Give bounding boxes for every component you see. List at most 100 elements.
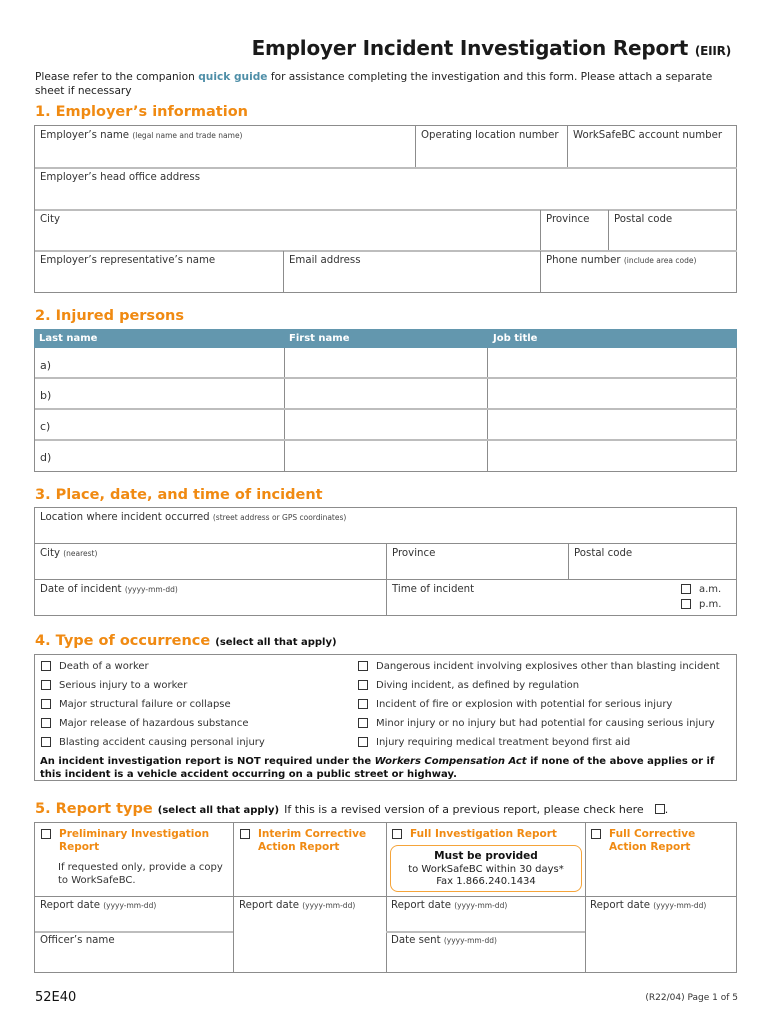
preliminary-note: If requested only, provide a copy to Wor… bbox=[58, 862, 223, 886]
divider bbox=[35, 408, 737, 410]
incident-city-label: City (nearest) bbox=[40, 548, 97, 559]
col-last-name: Last name bbox=[39, 333, 98, 344]
province-field[interactable]: Province bbox=[540, 210, 608, 251]
option-label: Interim Corrective Action Report bbox=[258, 828, 367, 853]
occurrence-option[interactable]: Serious injury to a worker bbox=[41, 680, 187, 691]
preliminary-report-option[interactable]: Preliminary Investigation Report bbox=[41, 828, 226, 854]
checkbox[interactable] bbox=[358, 737, 368, 747]
report-date-label[interactable]: Report date (yyyy-mm-dd) bbox=[590, 900, 706, 911]
divider bbox=[35, 439, 737, 441]
must-title: Must be provided bbox=[434, 850, 538, 862]
full-investigation-option[interactable]: Full Investigation Report bbox=[392, 828, 582, 841]
occurrence-option[interactable]: Blasting accident causing personal injur… bbox=[41, 737, 265, 748]
title-abbr: (EIIR) bbox=[694, 44, 731, 58]
incident-time-label: Time of incident bbox=[392, 584, 475, 595]
pm-checkbox[interactable] bbox=[681, 599, 691, 609]
employer-name-field[interactable]: Employer’s name (legal name and trade na… bbox=[35, 126, 415, 168]
checkbox[interactable] bbox=[41, 718, 51, 728]
operating-location-field[interactable]: Operating location number bbox=[415, 126, 567, 168]
checkbox[interactable] bbox=[358, 699, 368, 709]
pm-option[interactable]: p.m. bbox=[681, 599, 721, 610]
section4-hint: (select all that apply) bbox=[215, 637, 337, 648]
occurrence-option[interactable]: Death of a worker bbox=[41, 661, 149, 672]
report-date-text: Report date bbox=[391, 900, 451, 911]
location-text: Location where incident occurred bbox=[40, 512, 210, 523]
report-date-label[interactable]: Report date (yyyy-mm-dd) bbox=[391, 900, 507, 911]
head-office-label: Employer’s head office address bbox=[40, 172, 201, 183]
divider bbox=[386, 931, 585, 933]
table-row[interactable]: a) bbox=[40, 359, 51, 372]
email-label: Email address bbox=[289, 255, 361, 266]
checkbox[interactable] bbox=[41, 699, 51, 709]
table-row[interactable]: b) bbox=[40, 389, 51, 402]
table-row[interactable]: d) bbox=[40, 451, 51, 464]
head-office-field[interactable]: Employer’s head office address bbox=[35, 168, 737, 210]
table-row[interactable]: c) bbox=[40, 420, 50, 433]
location-hint: (street address or GPS coordinates) bbox=[212, 513, 347, 522]
date-hint: (yyyy-mm-dd) bbox=[454, 901, 508, 910]
checkbox[interactable] bbox=[240, 829, 250, 839]
phone-field[interactable]: Phone number (include area code) bbox=[540, 251, 737, 293]
checkbox[interactable] bbox=[358, 661, 368, 671]
revised-checkbox[interactable] bbox=[654, 804, 665, 814]
incident-postal-field[interactable]: Postal code bbox=[568, 544, 737, 580]
location-field[interactable]: Location where incident occurred (street… bbox=[35, 508, 737, 544]
date-sent-text: Date sent bbox=[391, 935, 441, 946]
occurrence-option[interactable]: Diving incident, as defined by regulatio… bbox=[358, 680, 579, 691]
occurrence-option[interactable]: Major structural failure or collapse bbox=[41, 699, 231, 710]
column-divider bbox=[585, 823, 586, 973]
report-date-label[interactable]: Report date (yyyy-mm-dd) bbox=[40, 900, 156, 911]
form-code: 52E40 bbox=[35, 990, 77, 1005]
report-date-label[interactable]: Report date (yyyy-mm-dd) bbox=[239, 900, 355, 911]
incident-city-hint: (nearest) bbox=[63, 549, 98, 558]
postal-code-field[interactable]: Postal code bbox=[608, 210, 737, 251]
occurrence-option[interactable]: Incident of fire or explosion with poten… bbox=[358, 699, 672, 710]
am-option[interactable]: a.m. bbox=[681, 584, 721, 595]
checkbox[interactable] bbox=[358, 718, 368, 728]
account-number-field[interactable]: WorkSafeBC account number bbox=[567, 126, 737, 168]
officer-name-label[interactable]: Officer’s name bbox=[40, 935, 115, 946]
incident-postal-label: Postal code bbox=[574, 548, 633, 559]
incident-province-field[interactable]: Province bbox=[386, 544, 568, 580]
checkbox[interactable] bbox=[41, 829, 51, 839]
rep-name-field[interactable]: Employer’s representative’s name bbox=[35, 251, 283, 293]
occurrence-option[interactable]: Minor injury or no injury but had potent… bbox=[358, 718, 715, 729]
email-field[interactable]: Email address bbox=[283, 251, 540, 293]
occurrence-option[interactable]: Dangerous incident involving explosives … bbox=[358, 661, 720, 672]
incident-city-field[interactable]: City (nearest) bbox=[35, 544, 386, 580]
must-provide-callout: Must be provided to WorkSafeBC within 30… bbox=[390, 845, 582, 892]
divider bbox=[35, 931, 233, 933]
section3-heading: 3. Place, date, and time of incident bbox=[35, 487, 323, 503]
column-divider bbox=[386, 823, 387, 973]
section4-heading: 4. Type of occurrence (select all that a… bbox=[35, 633, 337, 649]
full-corrective-option[interactable]: Full Corrective Action Report bbox=[591, 828, 731, 854]
checkbox[interactable] bbox=[358, 680, 368, 690]
date-hint: (yyyy-mm-dd) bbox=[443, 936, 497, 945]
checkbox[interactable] bbox=[392, 829, 402, 839]
date-sent-label[interactable]: Date sent (yyyy-mm-dd) bbox=[391, 935, 497, 946]
must-line1: to WorkSafeBC within 30 days* bbox=[408, 863, 564, 875]
section5-heading: 5. Report type (select all that apply) I… bbox=[35, 801, 668, 817]
quick-guide-link[interactable]: quick guide bbox=[198, 71, 267, 83]
am-checkbox[interactable] bbox=[681, 584, 691, 594]
note-before: An incident investigation report is NOT … bbox=[40, 756, 375, 767]
col-first-name: First name bbox=[289, 333, 350, 344]
employer-info-box: Employer’s name (legal name and trade na… bbox=[34, 125, 737, 293]
option-label: Full Investigation Report bbox=[410, 828, 557, 840]
incident-date-field[interactable]: Date of incident (yyyy-mm-dd) bbox=[35, 580, 386, 616]
section1-heading: 1. Employer’s information bbox=[35, 104, 248, 120]
location-label: Location where incident occurred (street… bbox=[40, 512, 346, 523]
checkbox[interactable] bbox=[41, 661, 51, 671]
incident-time-field[interactable]: Time of incident a.m. p.m. bbox=[386, 580, 737, 616]
occurrence-option[interactable]: Major release of hazardous substance bbox=[41, 718, 249, 729]
option-label: Full Corrective Action Report bbox=[609, 828, 696, 853]
interim-report-option[interactable]: Interim Corrective Action Report bbox=[240, 828, 380, 854]
option-label: Minor injury or no injury but had potent… bbox=[376, 718, 715, 729]
checkbox[interactable] bbox=[591, 829, 601, 839]
checkbox[interactable] bbox=[41, 737, 51, 747]
city-field[interactable]: City bbox=[35, 210, 540, 251]
checkbox[interactable] bbox=[41, 680, 51, 690]
occurrence-option[interactable]: Injury requiring medical treatment beyon… bbox=[358, 737, 630, 748]
incident-date-label: Date of incident (yyyy-mm-dd) bbox=[40, 584, 178, 595]
employer-name-text: Employer’s name bbox=[40, 130, 130, 141]
